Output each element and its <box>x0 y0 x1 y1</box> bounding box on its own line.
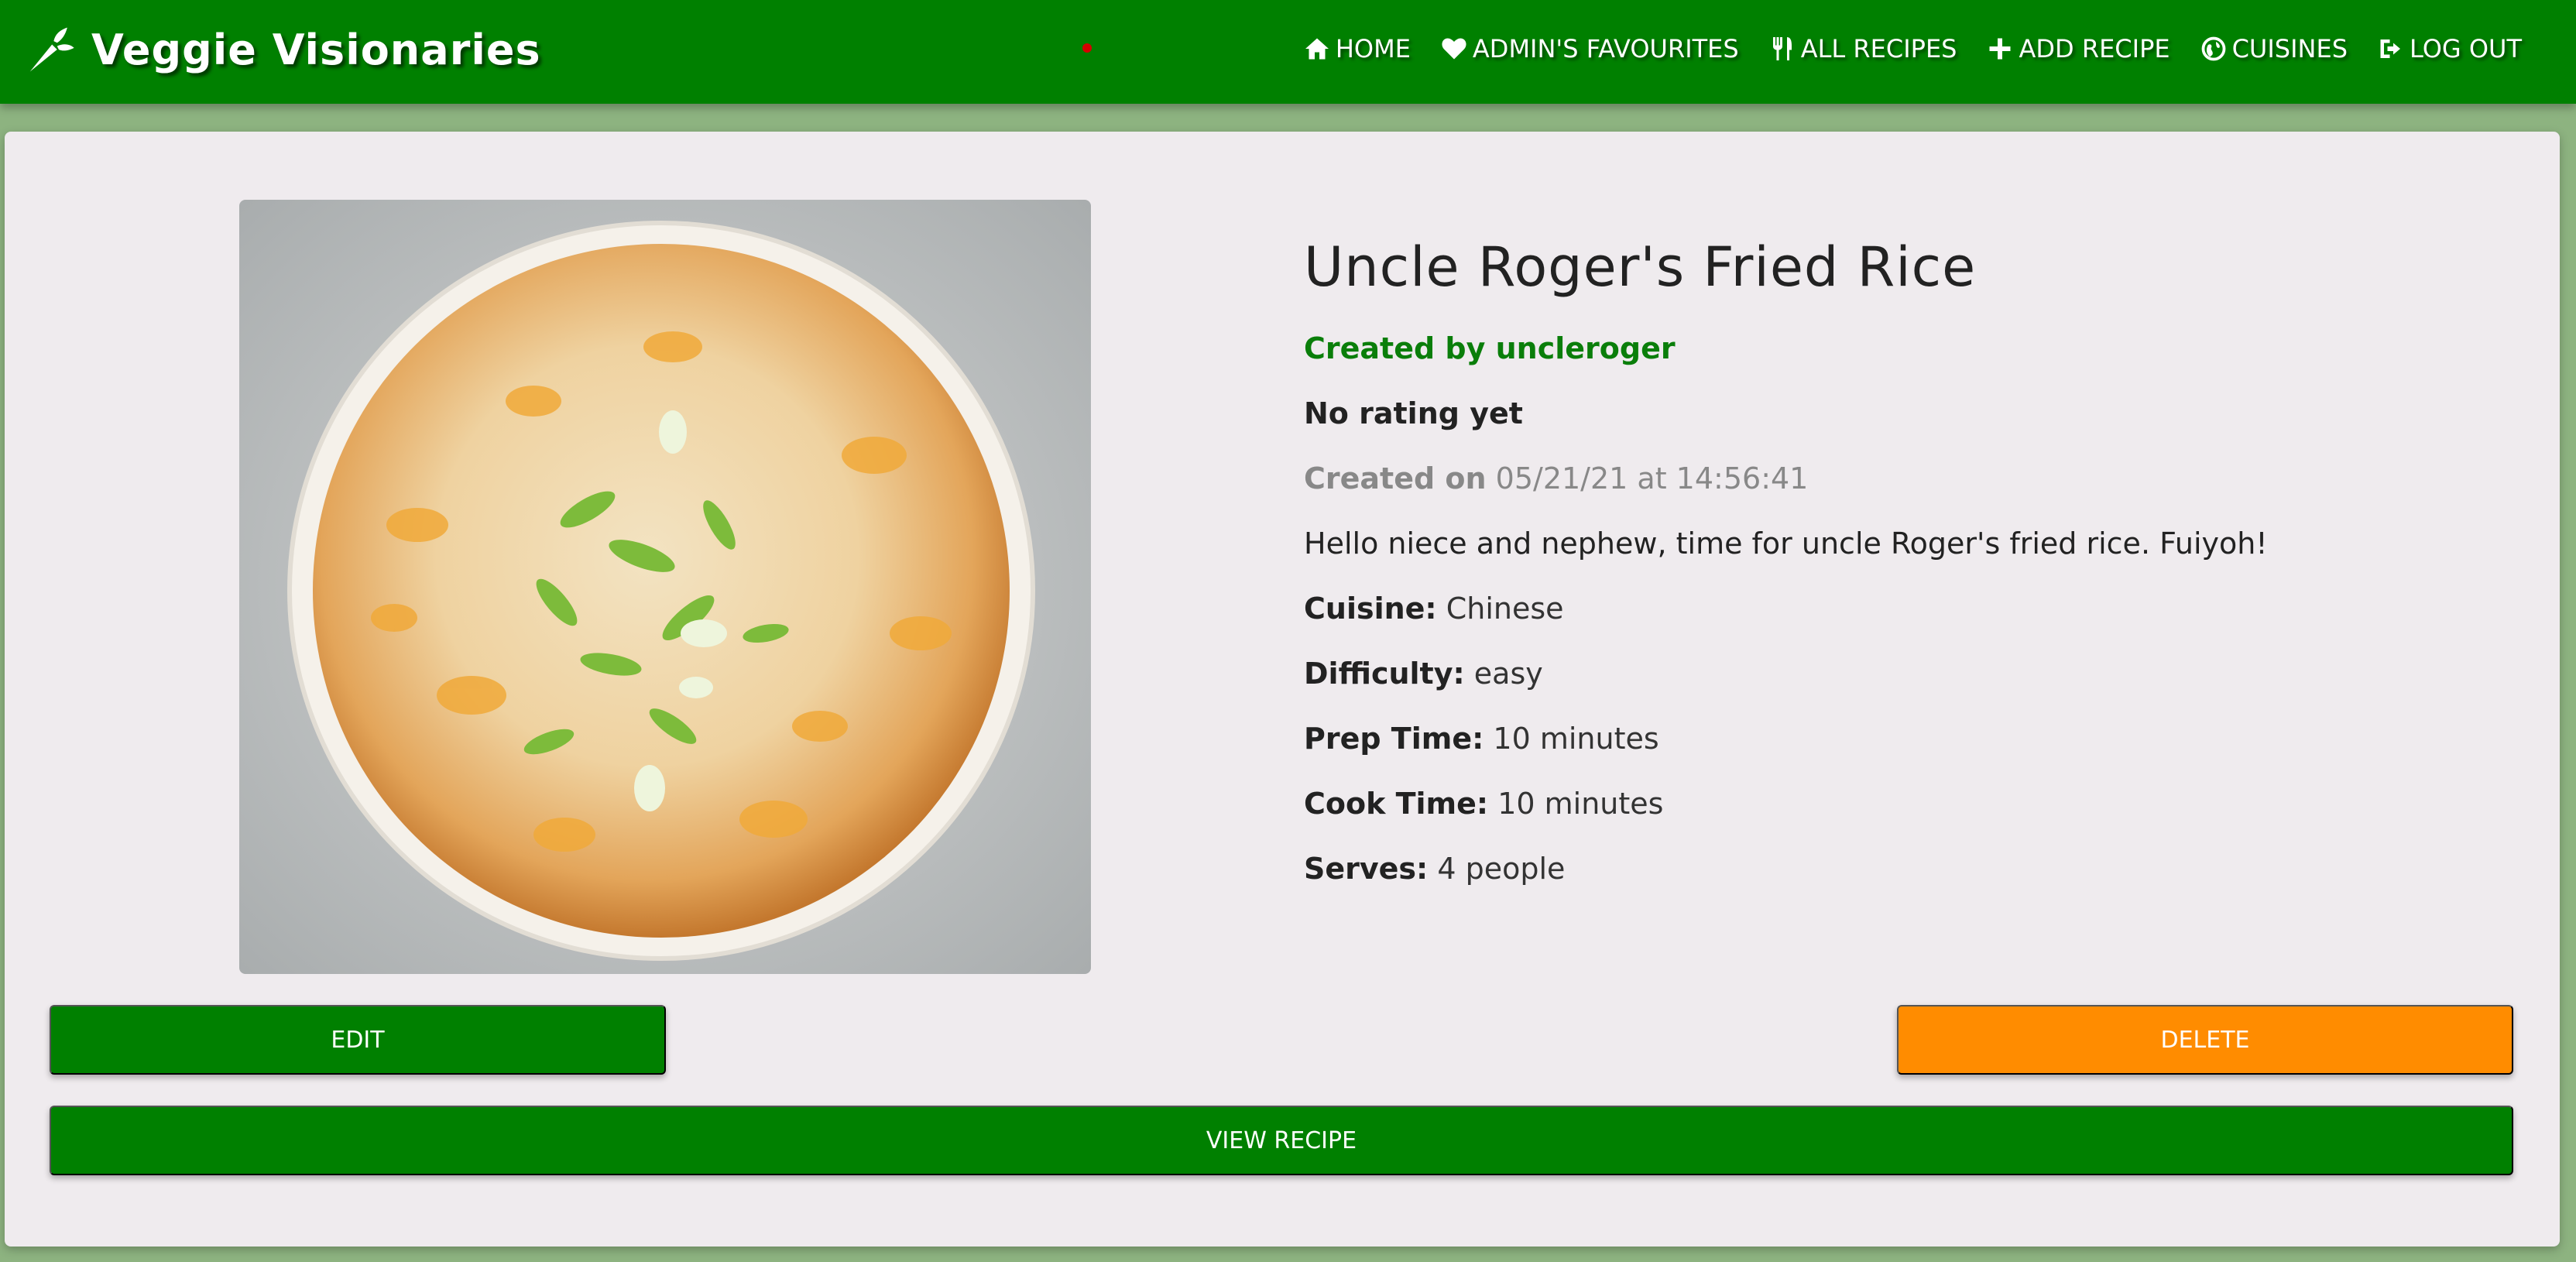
nav-home-label: HOME <box>1335 34 1411 63</box>
created-label: Created on <box>1304 461 1487 496</box>
cook-time-value: 10 minutes <box>1497 787 1664 821</box>
nav-links: HOME ADMIN'S FAVOURITES ALL RECIPES ADD … <box>1274 29 2522 68</box>
serves-label: Serves: <box>1304 852 1429 886</box>
view-recipe-button[interactable]: VIEW RECIPE <box>50 1106 2513 1175</box>
recipe-serves: Serves: 4 people <box>1304 836 2465 901</box>
prep-time-value: 10 minutes <box>1493 722 1659 756</box>
brand-name: Veggie Visionaries <box>91 25 541 74</box>
recipe-difficulty: Difficulty: easy <box>1304 641 2465 706</box>
fried-rice-photo <box>239 200 1091 974</box>
cuisine-value: Chinese <box>1446 592 1564 626</box>
edit-button[interactable]: EDIT <box>50 1005 666 1075</box>
plus-icon <box>1989 38 2011 60</box>
cuisine-label: Cuisine: <box>1304 592 1437 626</box>
cook-time-label: Cook Time: <box>1304 787 1489 821</box>
nav-log-out[interactable]: LOG OUT <box>2377 34 2522 63</box>
recipe-cuisine: Cuisine: Chinese <box>1304 576 2465 641</box>
nav-add-recipe[interactable]: ADD RECIPE <box>1986 34 2170 63</box>
nav-cuisines-label: CUISINES <box>2231 34 2348 63</box>
delete-button[interactable]: DELETE <box>1897 1005 2513 1075</box>
difficulty-value: easy <box>1473 657 1543 691</box>
recipe-author: Created by uncleroger <box>1304 331 1676 365</box>
carrot-icon <box>29 27 74 72</box>
nav-log-out-label: LOG OUT <box>2410 34 2522 63</box>
serves-value: 4 people <box>1437 852 1566 886</box>
recipe-created: Created on 05/21/21 at 14:56:41 <box>1304 446 2465 511</box>
navbar: Veggie Visionaries HOME ADMIN'S FAVOURIT… <box>0 0 2576 104</box>
prep-time-label: Prep Time: <box>1304 722 1484 756</box>
brand-link[interactable]: Veggie Visionaries <box>23 19 541 81</box>
recipe-details: Uncle Roger's Fried Rice Created by uncl… <box>1304 225 2465 901</box>
utensils-icon <box>1772 37 1792 60</box>
created-value: 05/21/21 at 14:56:41 <box>1495 461 1809 496</box>
difficulty-label: Difficulty: <box>1304 657 1465 691</box>
home-icon <box>1305 38 1329 60</box>
nav-all-recipes[interactable]: ALL RECIPES <box>1768 34 1957 63</box>
recipe-description: Hello niece and nephew, time for uncle R… <box>1304 526 2268 561</box>
recipe-rating: No rating yet <box>1304 396 1523 430</box>
heart-icon <box>1442 38 1466 60</box>
globe-icon <box>2201 36 2225 61</box>
recipe-image <box>239 200 1091 974</box>
sign-out-icon <box>2380 39 2400 58</box>
nav-home[interactable]: HOME <box>1303 34 1411 63</box>
nav-admins-favourites[interactable]: ADMIN'S FAVOURITES <box>1440 34 1739 63</box>
nav-cuisines[interactable]: CUISINES <box>2200 34 2348 63</box>
indicator-dot <box>1082 43 1092 53</box>
recipe-card: Uncle Roger's Fried Rice Created by uncl… <box>5 132 2560 1247</box>
recipe-prep-time: Prep Time: 10 minutes <box>1304 706 2465 771</box>
recipe-title: Uncle Roger's Fried Rice <box>1304 235 1977 299</box>
recipe-cook-time: Cook Time: 10 minutes <box>1304 771 2465 836</box>
nav-admins-favourites-label: ADMIN'S FAVOURITES <box>1472 34 1739 63</box>
nav-all-recipes-label: ALL RECIPES <box>1800 34 1957 63</box>
nav-add-recipe-label: ADD RECIPE <box>2019 34 2170 63</box>
